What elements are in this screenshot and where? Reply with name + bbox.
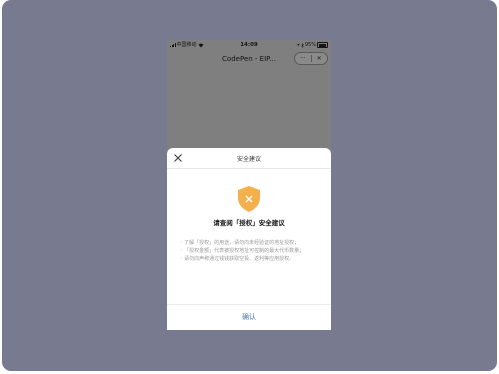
close-mini-program-button[interactable]: ✕: [311, 53, 327, 65]
shield-warning-icon: [238, 186, 260, 212]
page-title: CodePen - EIP...: [222, 55, 276, 63]
mini-program-capsule: ··· ✕: [294, 52, 328, 65]
battery-icon: [317, 42, 328, 48]
sheet-title: 安全建议: [236, 156, 261, 163]
location-icon: [296, 43, 300, 47]
status-bar: 中国移动 14:09 95%: [167, 40, 331, 50]
list-item: · 请勿向声称通过钱钱获取空投、返利等应用授权。: [181, 256, 295, 262]
phone-screen: 中国移动 14:09 95% CodePen - EIP... ··· ✕ 安全…: [167, 40, 331, 330]
more-button[interactable]: ···: [295, 53, 311, 65]
list-item: · 了解「授权」的用途，请勿向未经验证的地址授权；: [181, 240, 300, 246]
sheet-headline: 请查阅「授权」安全建议: [213, 219, 285, 227]
security-sheet: 安全建议 请查阅「授权」安全建议 · 了解「授权」的用途，请勿向未经验证的地址授…: [167, 148, 331, 330]
battery-percent: 95%: [304, 42, 316, 48]
footer-divider: [167, 304, 331, 305]
status-right: 95%: [296, 40, 328, 50]
sheet-header: 安全建议: [167, 148, 331, 169]
list-item: · 「授权金额」代表被授权地址可控制的最大代币数量；: [181, 248, 305, 254]
bluetooth-icon: [301, 42, 304, 48]
confirm-button[interactable]: 确认: [167, 312, 331, 322]
advice-list: · 了解「授权」的用途，请勿向未经验证的地址授权； · 「授权金额」代表被授权地…: [181, 239, 327, 263]
